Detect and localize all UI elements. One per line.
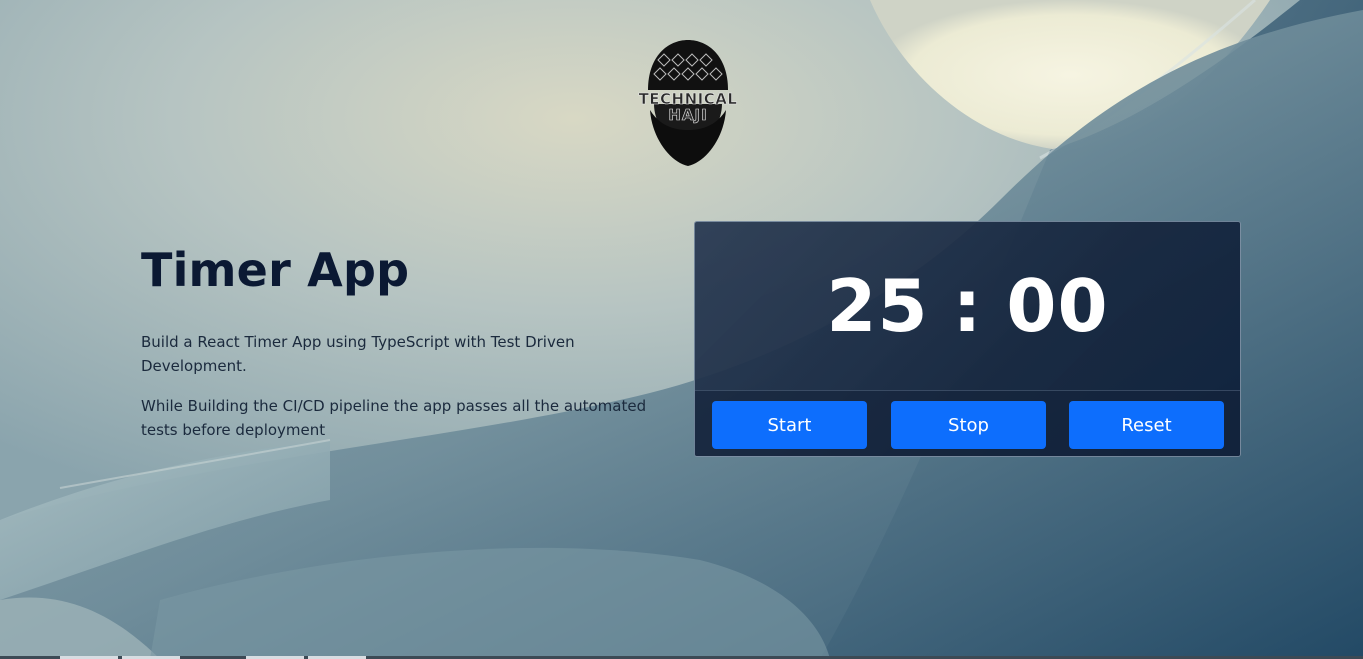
technical-haji-logo: TECHNICAL HAJI	[632, 38, 744, 168]
reset-button[interactable]: Reset	[1069, 401, 1224, 449]
timer-display: 25 : 00	[695, 222, 1240, 390]
start-button[interactable]: Start	[712, 401, 867, 449]
stop-button[interactable]: Stop	[891, 401, 1046, 449]
page-title: Timer App	[141, 243, 410, 297]
description-paragraph-1: Build a React Timer App using TypeScript…	[141, 333, 575, 375]
timer-card: 25 : 00 Start Stop Reset	[694, 221, 1241, 457]
timer-minutes: 25	[826, 264, 929, 348]
logo-text-line2: HAJI	[668, 106, 707, 124]
timer-seconds: 00	[1006, 264, 1109, 348]
description-paragraph-2: While Building the CI/CD pipeline the ap…	[141, 397, 647, 439]
hero-section: Timer App Build a React Timer App using …	[141, 240, 671, 442]
timer-controls: Start Stop Reset	[695, 390, 1240, 456]
timer-separator: :	[952, 264, 983, 348]
